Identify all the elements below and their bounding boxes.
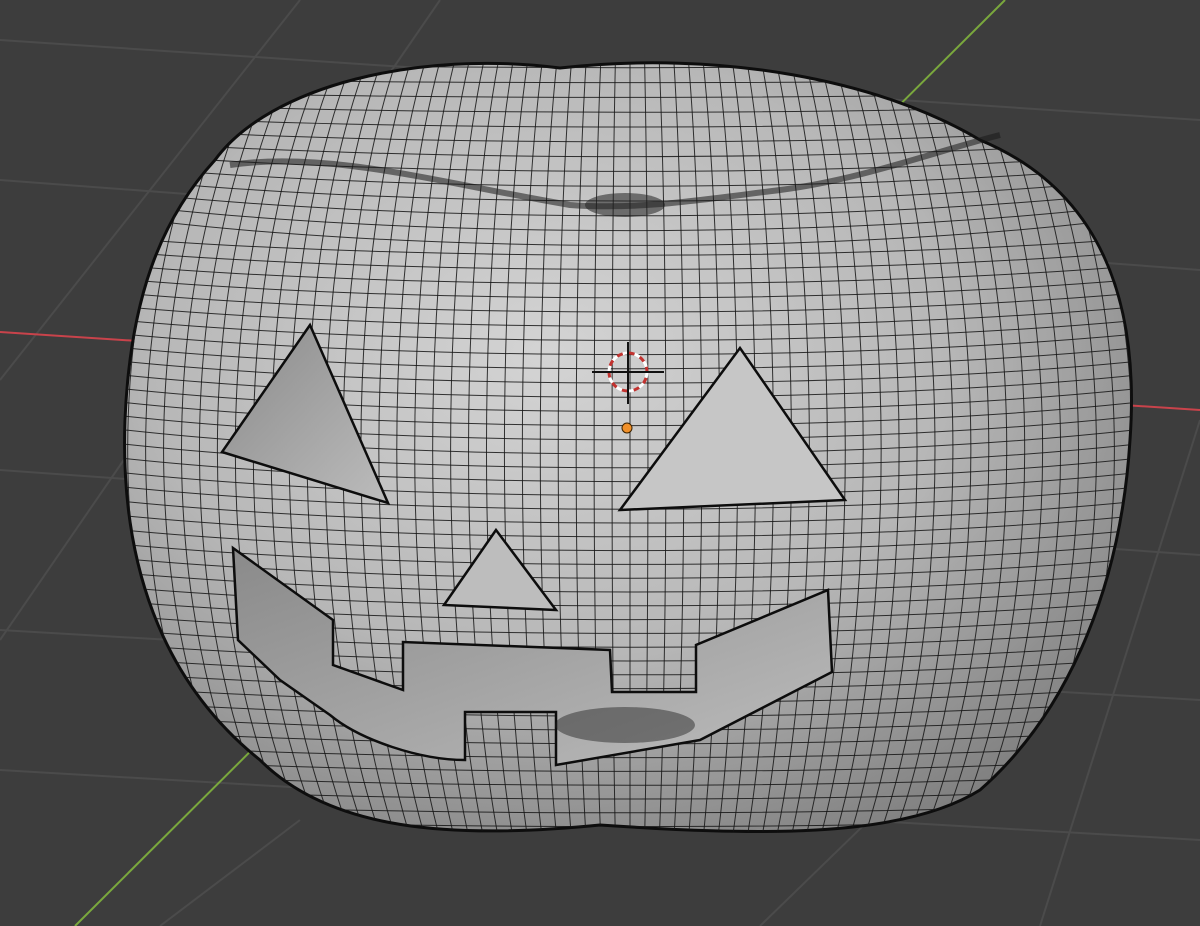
wire-parallel: [124, 829, 1132, 832]
stem-center: [585, 193, 665, 217]
bottom-dimple: [555, 707, 695, 743]
object-origin-icon[interactable]: [621, 422, 633, 434]
3d-viewport[interactable]: [0, 0, 1200, 926]
pumpkin-mesh[interactable]: [20, 40, 1200, 860]
